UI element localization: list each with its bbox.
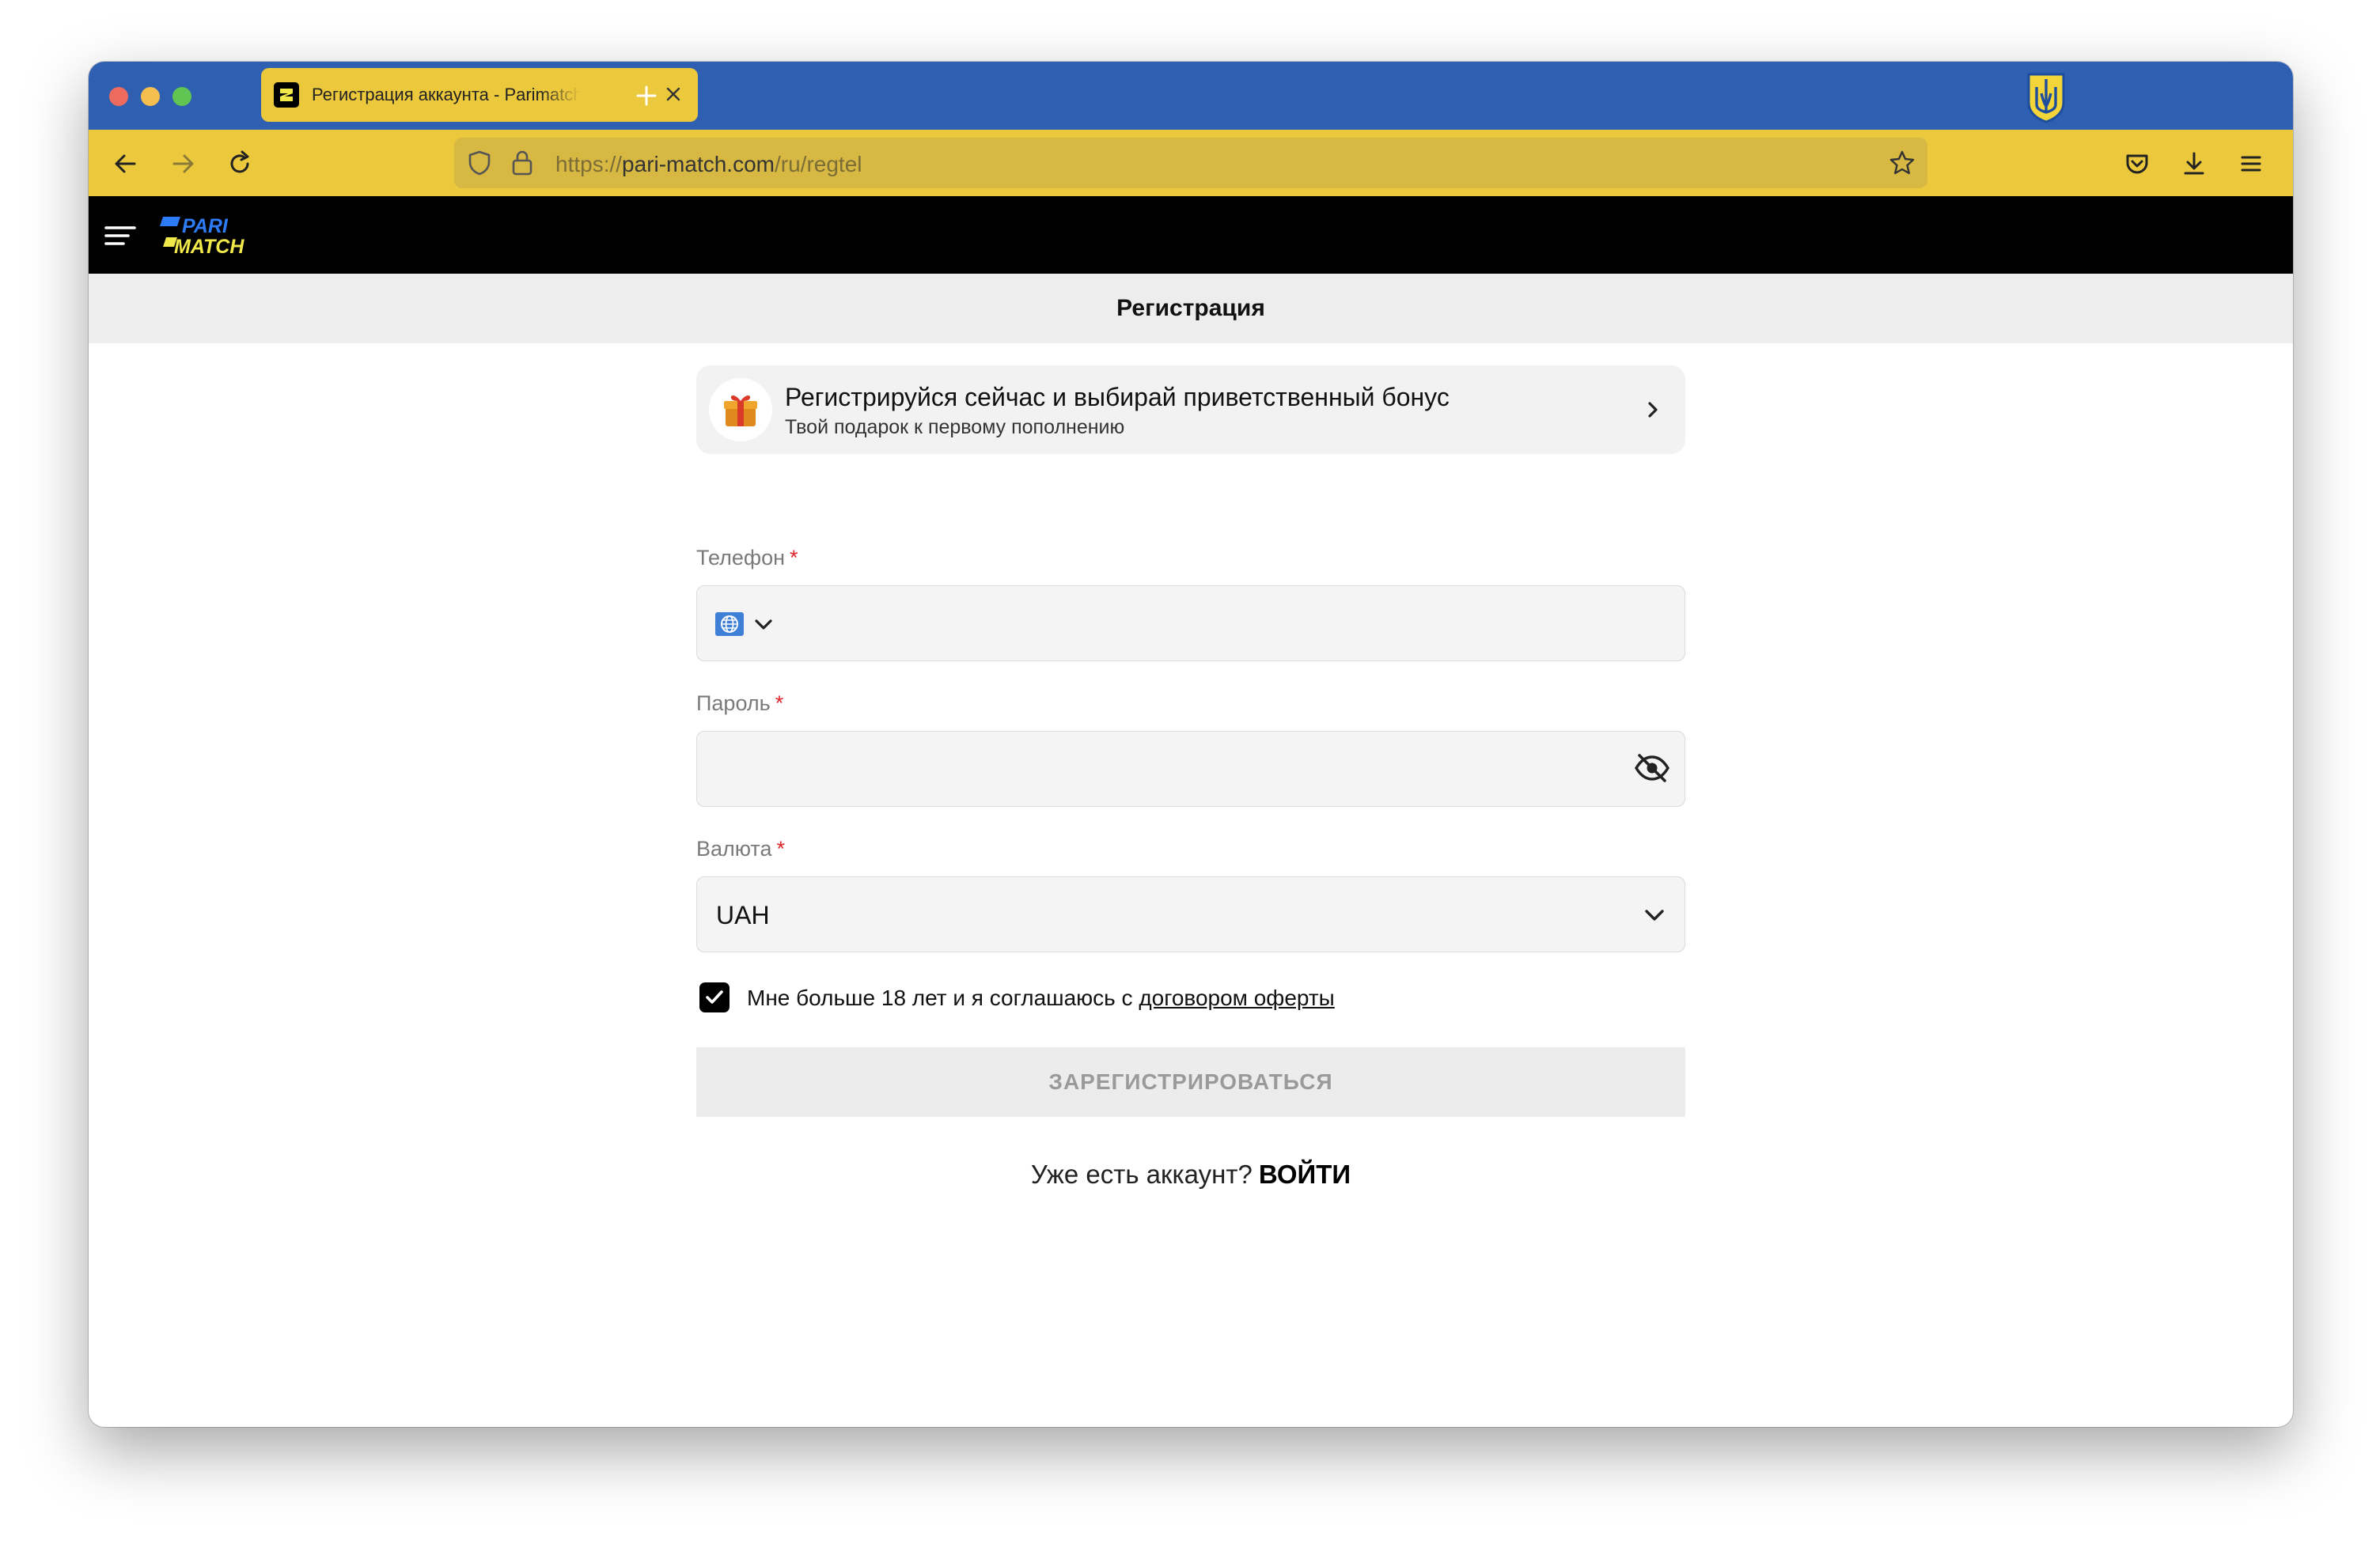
bookmark-star-icon[interactable] <box>1888 149 1916 177</box>
have-account-text: Уже есть аккаунт? <box>1030 1160 1253 1189</box>
back-icon[interactable] <box>111 149 141 179</box>
page-title: Регистрация <box>1116 295 1265 321</box>
page-title-bar: Регистрация <box>89 274 2293 343</box>
tab-bar: Регистрация аккаунта - Parimatch <box>89 62 2293 130</box>
welcome-bonus-banner[interactable]: Регистрируйся сейчас и выбирай приветств… <box>696 365 1685 454</box>
tab-title: Регистрация аккаунта - Parimatch <box>312 85 581 104</box>
reload-icon[interactable] <box>225 149 255 179</box>
currency-value: UAH <box>716 901 770 929</box>
bonus-title: Регистрируйся сейчас и выбирай приветств… <box>785 383 1450 411</box>
required-mark: * <box>790 546 798 570</box>
ukraine-crest-icon <box>2027 73 2065 123</box>
agree-text: Мне больше 18 лет и я соглашаюсь с <box>747 986 1133 1010</box>
chevron-down-icon <box>1645 910 1664 921</box>
menu-icon[interactable] <box>2236 149 2266 179</box>
forward-icon[interactable] <box>168 149 198 179</box>
phone-field[interactable] <box>696 585 1685 661</box>
currency-label-text: Валюта <box>696 837 772 861</box>
pocket-icon[interactable] <box>2122 149 2152 179</box>
password-label: Пароль * <box>696 691 783 716</box>
required-mark: * <box>775 691 784 715</box>
phone-label-text: Телефон <box>696 546 786 570</box>
navigation-toolbar: https://pari-match.com/ru/regtel <box>89 130 2293 196</box>
required-mark: * <box>776 837 786 861</box>
currency-label: Валюта * <box>696 837 785 861</box>
new-tab-icon[interactable] <box>633 82 660 109</box>
browser-window: Регистрация аккаунта - Parimatch https:/… <box>89 62 2293 1427</box>
login-link[interactable]: ВОЙТИ <box>1259 1160 1351 1189</box>
url-protocol: https:// <box>555 152 623 176</box>
phone-label: Телефон * <box>696 546 798 570</box>
zoom-window-button[interactable] <box>172 87 191 106</box>
chevron-right-icon <box>1648 402 1658 418</box>
currency-select[interactable]: UAH <box>696 876 1685 952</box>
close-window-button[interactable] <box>109 87 128 106</box>
country-code-selector[interactable] <box>714 610 778 638</box>
logo-line1: PARI <box>182 215 229 237</box>
address-bar[interactable]: https://pari-match.com/ru/regtel <box>454 138 1927 188</box>
bonus-subtitle: Твой подарок к первому пополнению <box>785 416 1125 438</box>
register-button[interactable]: ЗАРЕГИСТРИРОВАТЬСЯ <box>696 1047 1685 1117</box>
parimatch-logo[interactable]: PARI MATCH <box>158 214 269 258</box>
password-label-text: Пароль <box>696 691 771 715</box>
eye-slash-icon[interactable] <box>1634 752 1670 784</box>
age-agreement-text: Мне больше 18 лет и я соглашаюсь с догов… <box>747 986 1335 1011</box>
url-path: /ru/regtel <box>774 152 862 176</box>
login-prompt: Уже есть аккаунт? ВОЙТИ <box>696 1160 1685 1190</box>
url-host: pari-match.com <box>622 152 775 176</box>
url-text[interactable]: https://pari-match.com/ru/regtel <box>555 152 862 177</box>
offer-agreement-link[interactable]: договором оферты <box>1139 986 1334 1010</box>
checkmark-icon <box>706 990 723 1004</box>
lock-icon[interactable] <box>510 149 535 177</box>
hamburger-menu-icon[interactable] <box>104 223 136 248</box>
site-header: PARI MATCH <box>89 196 2293 274</box>
minimize-window-button[interactable] <box>141 87 160 106</box>
age-agreement-checkbox[interactable] <box>699 982 730 1012</box>
chevron-down-icon <box>755 619 772 630</box>
close-tab-icon[interactable] <box>663 84 684 104</box>
parimatch-favicon-icon <box>274 82 299 108</box>
gift-icon <box>709 378 772 441</box>
password-field[interactable] <box>696 731 1685 807</box>
logo-line2: MATCH <box>174 236 244 258</box>
download-icon[interactable] <box>2179 149 2209 179</box>
shield-icon[interactable] <box>465 149 494 177</box>
globe-flag-icon <box>715 612 744 636</box>
